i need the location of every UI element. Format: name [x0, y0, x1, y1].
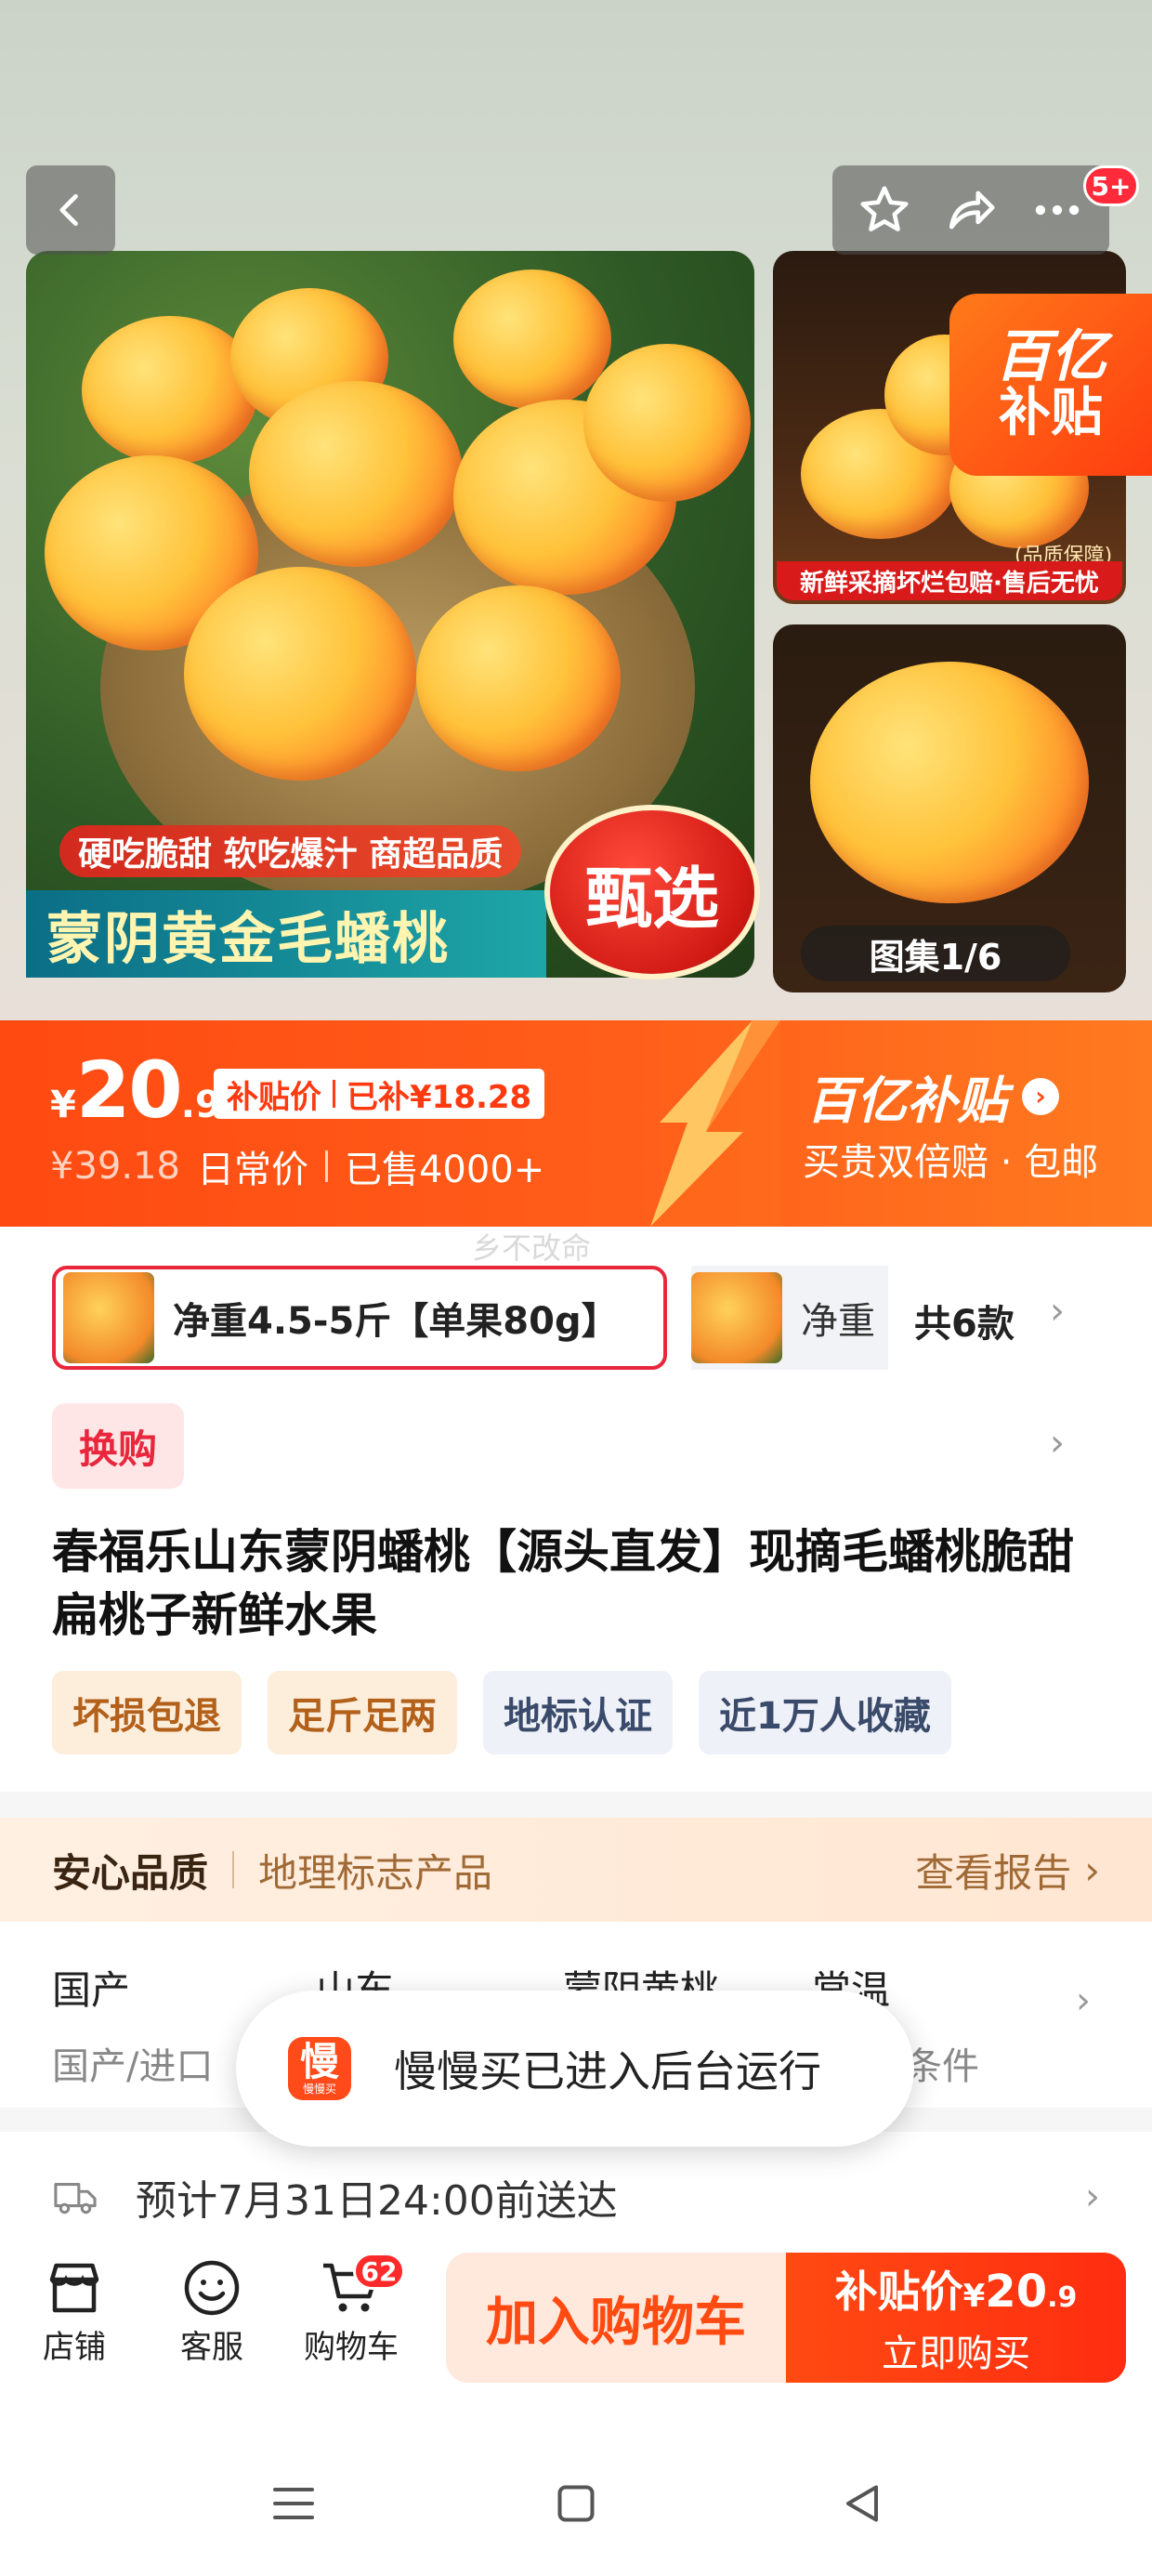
yi-badge-line2: 补贴	[999, 383, 1103, 444]
peach-image	[82, 316, 258, 465]
view-report-link[interactable]: 查看报告 ›	[915, 1842, 1100, 1899]
subsidy-amount: 已补¥18.28	[347, 1078, 532, 1116]
back-button[interactable]	[26, 165, 115, 255]
subsidy-label: 补贴价	[227, 1078, 321, 1116]
variant-thumbnail	[691, 1272, 782, 1363]
main-image-tagline: 硬吃脆甜 软吃爆汁 商超品质	[59, 825, 522, 877]
more-icon[interactable]	[1028, 181, 1086, 239]
add-to-cart-button[interactable]: 加入购物车	[446, 2253, 786, 2383]
view-report-label: 查看报告	[915, 1849, 1072, 1896]
yi-badge-line1: 百亿	[995, 324, 1106, 390]
background-run-toast: 慢 慢慢买 慢慢买已进入后台运行	[236, 1991, 914, 2147]
chevron-right-icon: ›	[1085, 2175, 1100, 2218]
buy-now-button[interactable]: 补贴价 ¥ 20 .9 立即购买	[786, 2253, 1126, 2383]
spec-value: 国产	[52, 1967, 131, 2013]
peach-image	[453, 269, 611, 409]
watermark-text: 乡不改命	[472, 1230, 592, 1266]
peach-image	[184, 567, 416, 781]
exchange-purchase-tag[interactable]: 换购	[52, 1403, 184, 1489]
price-integer: 20	[75, 1045, 183, 1136]
share-icon[interactable]	[942, 181, 1000, 239]
spec-item: 国产 国产/进口	[52, 1959, 213, 2090]
variant-option[interactable]: 净重	[691, 1266, 888, 1370]
chevron-right-icon[interactable]: ›	[1050, 1422, 1065, 1465]
divider	[232, 1851, 235, 1888]
quality-section-header[interactable]: 安心品质 地理标志产品 查看报告 ›	[0, 1818, 1152, 1922]
chevron-right-icon[interactable]: ›	[1050, 1290, 1065, 1333]
side-image-caption: 新鲜采摘坏烂包赔·售后无忧	[777, 561, 1122, 600]
chevron-right-icon: ›	[1076, 1979, 1091, 2022]
chevron-right-icon: ›	[1084, 1847, 1100, 1893]
sold-count: 已售4000+	[344, 1149, 545, 1191]
service-tag: 坏损包退	[52, 1671, 242, 1755]
peach-image	[583, 344, 751, 502]
delivery-text: 预计7月31日24:00前送达	[136, 2177, 618, 2225]
variant-thumbnail	[63, 1272, 154, 1363]
header-actions	[832, 165, 1109, 255]
subsidy-price: ¥ 20 .9	[50, 1045, 221, 1136]
back-nav-icon[interactable]	[834, 2476, 890, 2531]
spec-key: 国产/进口	[52, 2045, 214, 2088]
back-icon	[59, 193, 78, 227]
product-title: 春福乐山东蒙阴蟠桃【源头直发】现摘毛蟠桃脆甜扁桃子新鲜水果	[52, 1525, 1074, 1642]
variant-label: 净重	[801, 1300, 875, 1343]
truck-icon	[54, 2183, 97, 2215]
customer-service-button[interactable]: 客服	[156, 2254, 268, 2367]
store-label: 店铺	[43, 2329, 106, 2366]
brand-label: 百亿补贴	[806, 1071, 1007, 1130]
home-icon[interactable]	[548, 2476, 604, 2531]
service-tag: 地标认证	[483, 1671, 673, 1755]
service-tag: 近1万人收藏	[699, 1671, 951, 1755]
yi-subsidy-badge: 百亿 补贴	[949, 294, 1152, 476]
zhenxuan-badge: 甄选	[544, 805, 760, 979]
quality-subtitle: 地理标志产品	[258, 1849, 493, 1896]
notification-badge: 5+	[1083, 165, 1139, 206]
buy-price-currency: ¥	[962, 2278, 986, 2315]
brand-subsidy-link[interactable]: 百亿补贴 ›	[806, 1059, 1059, 1133]
spec-key: 条件	[905, 2045, 979, 2088]
buy-price-label: 补贴价	[834, 2267, 963, 2317]
original-price: ¥39.18	[50, 1145, 180, 1188]
divider	[324, 1150, 328, 1182]
cart-count-badge: 62	[353, 2253, 405, 2290]
store-button[interactable]: 店铺	[19, 2254, 130, 2367]
variant-option-selected[interactable]: 净重4.5-5斤【单果80g】	[52, 1266, 667, 1370]
service-tag: 足斤足两	[268, 1671, 457, 1755]
buy-now-label: 立即购买	[882, 2333, 1030, 2375]
quality-title: 安心品质	[52, 1849, 209, 1896]
menu-icon[interactable]	[266, 2476, 321, 2531]
gallery-count[interactable]: 图集1/6	[801, 926, 1070, 981]
original-price-line: ¥39.18 日常价 已售4000+	[50, 1139, 544, 1193]
main-image-title: 蒙阴黄金毛蟠桃	[26, 890, 546, 978]
original-price-label: 日常价	[196, 1149, 308, 1191]
service-tags: 坏损包退 足斤足两 地标认证 近1万人收藏	[52, 1671, 951, 1755]
service-label: 客服	[180, 2329, 243, 2366]
brand-promise: 买贵双倍赔 · 包邮	[803, 1141, 1099, 1184]
variant-label: 净重4.5-5斤【单果80g】	[173, 1300, 619, 1343]
buy-price: 补贴价 ¥ 20 .9	[835, 2258, 1078, 2320]
peach-image	[249, 381, 463, 567]
app-icon: 慢 慢慢买	[288, 2037, 351, 2100]
variant-total[interactable]: 共6款	[914, 1294, 1015, 1347]
smile-icon	[184, 2260, 240, 2316]
app-icon-sub: 慢慢买	[302, 2083, 336, 2096]
section-divider	[0, 1792, 1152, 1818]
app-icon-glyph: 慢	[299, 2039, 339, 2084]
lightning-decoration	[650, 1020, 780, 1227]
peach-image	[810, 662, 1089, 903]
peach-image	[416, 585, 621, 771]
toast-message: 慢慢买已进入后台运行	[394, 2046, 821, 2096]
star-icon[interactable]	[856, 181, 913, 239]
chevron-right-icon: ›	[1022, 1077, 1059, 1115]
price-currency: ¥	[50, 1084, 76, 1126]
buy-price-integer: 20	[985, 2266, 1048, 2318]
subsidy-divider	[333, 1080, 335, 1108]
store-icon	[49, 2263, 99, 2313]
cart-label: 购物车	[304, 2329, 399, 2366]
buy-price-decimal: .9	[1047, 2281, 1078, 2314]
subsidy-tag: 补贴价 已补¥18.28	[214, 1069, 545, 1119]
